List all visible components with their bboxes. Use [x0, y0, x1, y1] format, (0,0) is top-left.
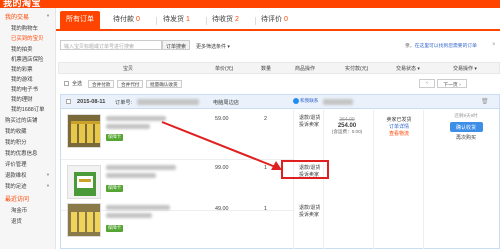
taobao-orders-page: 我的淘宝 我的交易 ▼ 我的购物车 已买到的宝贝 我的拍卖 机票酒店保险 我的彩… — [0, 0, 500, 249]
annotation-arrow — [161, 121, 282, 170]
